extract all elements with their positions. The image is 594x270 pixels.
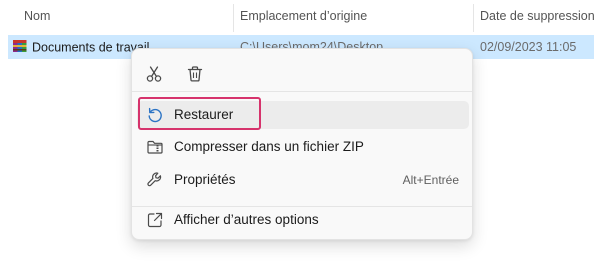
menu-item-more-options[interactable]: Afficher d’autres options [137, 206, 469, 234]
menu-item-properties[interactable]: Propriétés Alt+Entrée [137, 166, 469, 194]
menu-item-label: Afficher d’autres options [174, 212, 319, 227]
open-external-icon [146, 211, 164, 229]
winrar-archive-icon [12, 38, 28, 54]
keyboard-shortcut: Alt+Entrée [402, 173, 459, 187]
column-header-bar: Nom Emplacement d’origine Date de suppre… [0, 0, 594, 33]
file-date-cell: 02/09/2023 11:05 [480, 40, 577, 54]
column-header-origin[interactable]: Emplacement d’origine [234, 0, 473, 33]
cut-button[interactable] [138, 59, 170, 89]
menu-item-compress-zip[interactable]: Compresser dans un fichier ZIP [137, 133, 469, 161]
column-header-date[interactable]: Date de suppression [474, 0, 594, 33]
trash-icon [187, 66, 203, 82]
menu-item-label: Propriétés [174, 172, 236, 187]
scissors-icon [146, 66, 162, 82]
column-header-name[interactable]: Nom [0, 0, 233, 33]
zip-folder-icon [146, 138, 164, 156]
menu-item-label: Restaurer [174, 107, 234, 122]
wrench-icon [146, 171, 164, 189]
context-menu: Restaurer Compresser dans un fichier ZIP… [131, 48, 473, 240]
menu-item-label: Compresser dans un fichier ZIP [174, 139, 364, 154]
restore-icon [146, 106, 164, 124]
menu-separator [132, 91, 472, 92]
delete-button[interactable] [179, 59, 211, 89]
menu-item-restore[interactable]: Restaurer [137, 101, 469, 129]
